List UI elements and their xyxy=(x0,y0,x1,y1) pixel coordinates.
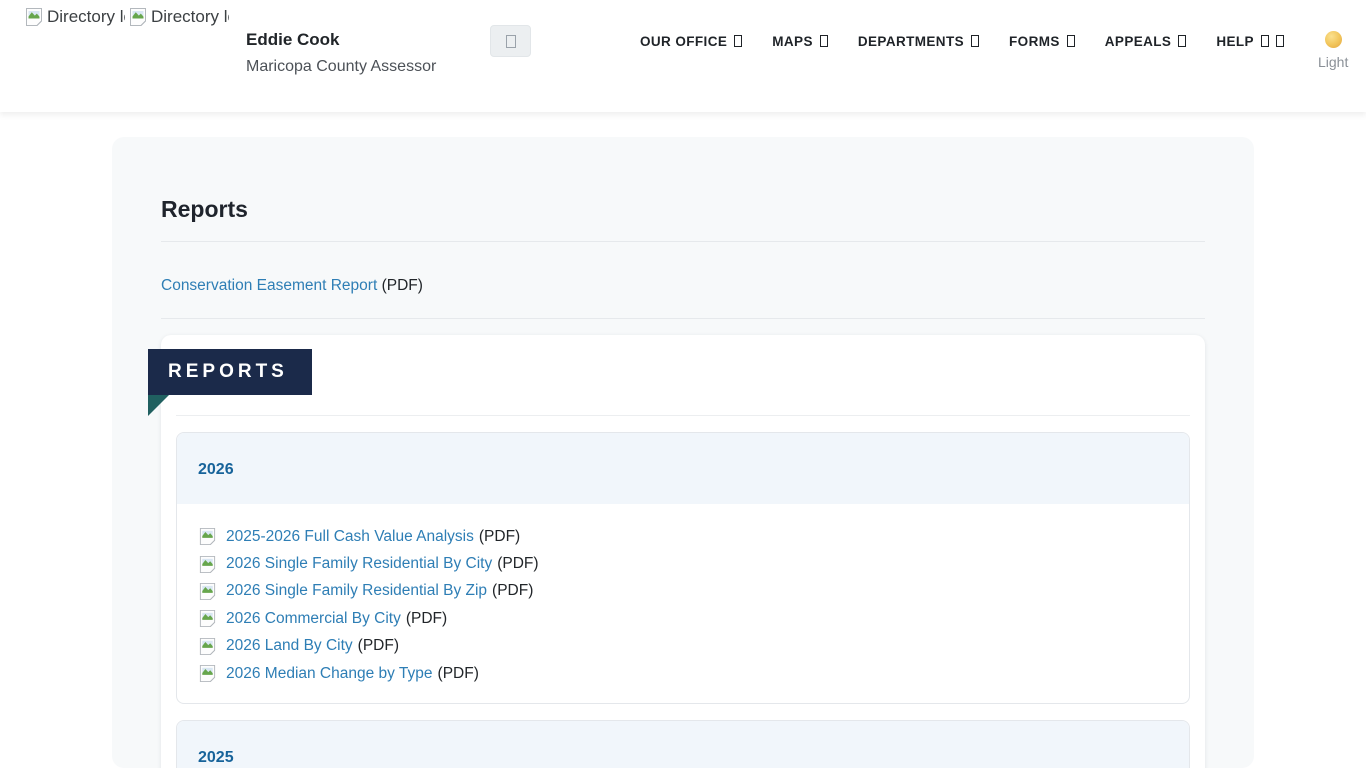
year-label: 2025 xyxy=(198,749,234,766)
report-list: 2025-2026 Full Cash Value Analysis (PDF)… xyxy=(177,504,1189,703)
main-content: Reports Conservation Easement Report (PD… xyxy=(112,137,1254,768)
logo-alt-text: Directory logo xyxy=(151,7,229,27)
search-button[interactable] xyxy=(490,25,531,57)
broken-image-icon xyxy=(198,555,217,574)
report-link[interactable]: 2026 Single Family Residential By Zip xyxy=(226,582,487,600)
pdf-suffix: (PDF) xyxy=(438,665,479,683)
report-link[interactable]: 2026 Land By City xyxy=(226,637,353,655)
divider xyxy=(176,415,1190,416)
nav-item-maps[interactable]: MAPS xyxy=(772,34,828,49)
reports-card: REPORTS 2026 2025-2026 Full Cash Value A… xyxy=(161,335,1205,768)
year-label: 2026 xyxy=(198,461,234,478)
year-section-header: 2026 xyxy=(177,433,1189,504)
assessor-identity: Eddie Cook Maricopa County Assessor xyxy=(246,30,436,76)
pdf-suffix: (PDF) xyxy=(358,637,399,655)
year-section-header: 2025 xyxy=(177,721,1189,768)
nav-label: OUR OFFICE xyxy=(640,34,727,49)
chevron-down-icon xyxy=(1178,35,1186,47)
nav-label: MAPS xyxy=(772,34,813,49)
nav-label: FORMS xyxy=(1009,34,1060,49)
pdf-suffix: (PDF) xyxy=(492,582,533,600)
nav-label: HELP xyxy=(1216,34,1254,49)
site-header: Directory logo Directory logo Eddie Cook… xyxy=(0,0,1366,112)
reports-ribbon: REPORTS xyxy=(148,349,312,395)
nav-label: APPEALS xyxy=(1105,34,1172,49)
report-link[interactable]: 2026 Median Change by Type xyxy=(226,665,433,683)
list-item: 2026 Commercial By City (PDF) xyxy=(198,605,1168,632)
nav-item-help[interactable]: HELP xyxy=(1216,34,1284,49)
sun-icon xyxy=(1325,31,1342,48)
main-nav: OUR OFFICE MAPS DEPARTMENTS FORMS APPEAL… xyxy=(640,34,1284,49)
theme-toggle[interactable]: Light xyxy=(1318,31,1348,70)
chevron-down-icon xyxy=(1276,35,1284,47)
list-item: 2026 Land By City (PDF) xyxy=(198,633,1168,660)
report-link[interactable]: 2026 Single Family Residential By City xyxy=(226,555,492,573)
broken-image-icon xyxy=(128,7,148,27)
pdf-suffix: (PDF) xyxy=(406,610,447,628)
header-logo-link[interactable]: Directory logo xyxy=(128,5,229,29)
pdf-suffix: (PDF) xyxy=(497,555,538,573)
ribbon-fold xyxy=(148,395,169,416)
year-section-2025: 2025 xyxy=(176,720,1190,768)
page-title: Reports xyxy=(161,196,1205,223)
broken-image-icon xyxy=(198,664,217,683)
nav-item-appeals[interactable]: APPEALS xyxy=(1105,34,1187,49)
assessor-name: Eddie Cook xyxy=(246,30,436,50)
list-item: 2025-2026 Full Cash Value Analysis (PDF) xyxy=(198,523,1168,550)
broken-image-icon xyxy=(24,7,44,27)
logo-alt-text: Directory logo xyxy=(47,7,125,27)
assessor-title: Maricopa County Assessor xyxy=(246,58,436,76)
report-link[interactable]: 2026 Commercial By City xyxy=(226,610,401,628)
chevron-down-icon xyxy=(734,35,742,47)
nav-item-forms[interactable]: FORMS xyxy=(1009,34,1075,49)
theme-toggle-label: Light xyxy=(1318,54,1348,70)
search-icon xyxy=(506,35,516,48)
chevron-down-icon xyxy=(971,35,979,47)
list-item: 2026 Single Family Residential By Zip (P… xyxy=(198,578,1168,605)
list-item: 2026 Single Family Residential By City (… xyxy=(198,550,1168,577)
divider xyxy=(161,318,1205,319)
nav-label: DEPARTMENTS xyxy=(858,34,964,49)
report-link[interactable]: 2025-2026 Full Cash Value Analysis xyxy=(226,528,474,546)
nav-item-departments[interactable]: DEPARTMENTS xyxy=(858,34,979,49)
year-section-2026: 2026 2025-2026 Full Cash Value Analysis … xyxy=(176,432,1190,704)
chevron-down-icon xyxy=(820,35,828,47)
help-icon xyxy=(1261,35,1269,47)
divider xyxy=(161,241,1205,242)
broken-image-icon xyxy=(198,527,217,546)
intro-line: Conservation Easement Report (PDF) xyxy=(161,277,1205,295)
chevron-down-icon xyxy=(1067,35,1075,47)
nav-item-our-office[interactable]: OUR OFFICE xyxy=(640,34,742,49)
broken-image-icon xyxy=(198,582,217,601)
broken-image-icon xyxy=(198,609,217,628)
list-item: 2026 Median Change by Type (PDF) xyxy=(198,660,1168,687)
pdf-suffix: (PDF) xyxy=(382,277,423,294)
broken-image-icon xyxy=(198,637,217,656)
pdf-suffix: (PDF) xyxy=(479,528,520,546)
conservation-easement-report-link[interactable]: Conservation Easement Report xyxy=(161,277,377,294)
header-logo-link[interactable]: Directory logo xyxy=(24,5,125,29)
